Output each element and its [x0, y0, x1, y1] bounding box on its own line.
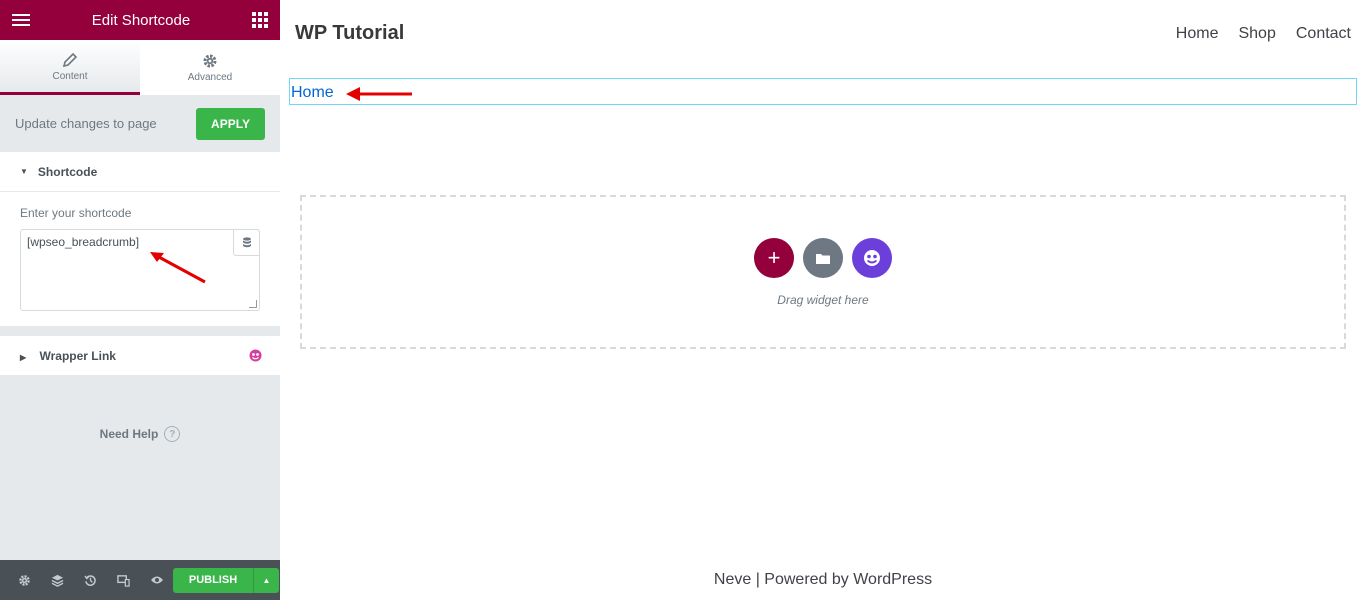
nav-item-home[interactable]: Home: [1176, 25, 1219, 43]
apply-button[interactable]: APPLY: [196, 107, 265, 140]
tab-advanced[interactable]: Advanced: [140, 40, 280, 95]
shortcode-field-label: Enter your shortcode: [20, 206, 132, 220]
history-button[interactable]: [74, 574, 107, 587]
widgets-grid-icon[interactable]: [252, 12, 268, 28]
shortcode-value: [wpseo_breadcrumb]: [27, 235, 140, 249]
tab-content-label: Content: [52, 70, 88, 82]
nav-item-shop[interactable]: Shop: [1238, 25, 1275, 43]
pro-badge-icon: [249, 349, 262, 362]
history-icon: [84, 574, 96, 586]
layers-icon: [51, 574, 64, 587]
eye-icon: [150, 576, 163, 584]
responsive-mode-button[interactable]: [107, 574, 140, 587]
tab-content[interactable]: Content: [0, 40, 140, 95]
shortcode-widget[interactable]: Home: [289, 78, 1357, 105]
essential-addons-button[interactable]: [852, 238, 892, 278]
devices-icon: [117, 574, 130, 587]
settings-button[interactable]: [8, 574, 41, 587]
section-shortcode-body: Enter your shortcode [wpseo_breadcrumb]: [0, 192, 280, 326]
gear-icon: [19, 574, 30, 586]
section-shortcode-title: Shortcode: [37, 164, 98, 179]
apply-row: Update changes to page APPLY: [0, 95, 280, 152]
widget-drop-zone[interactable]: + Drag widget here: [300, 195, 1346, 349]
page-preview: WP Tutorial Home Shop Contact Home + Dra…: [280, 0, 1366, 600]
drag-widget-text: Drag widget here: [777, 293, 869, 307]
menu-icon[interactable]: [12, 11, 30, 29]
panel-header: Edit Shortcode: [0, 0, 280, 40]
editor-panel: Edit Shortcode Content Advanced Update c…: [0, 0, 280, 600]
publish-options-button[interactable]: ▲: [253, 567, 279, 593]
tab-advanced-label: Advanced: [187, 72, 233, 83]
section-shortcode-header[interactable]: ▼ Shortcode: [0, 152, 280, 192]
gear-icon: [203, 54, 217, 68]
drop-zone-actions: +: [754, 238, 892, 278]
caret-up-icon: ▲: [262, 575, 271, 585]
caret-down-icon: ▼: [20, 167, 28, 176]
shortcode-textarea[interactable]: [wpseo_breadcrumb]: [20, 229, 260, 311]
main-nav: Home Shop Contact: [1176, 25, 1351, 43]
navigator-button[interactable]: [41, 574, 74, 587]
panel-footer: PUBLISH ▲: [0, 560, 280, 600]
caret-right-icon: ▶: [20, 352, 27, 362]
section-gap: [0, 326, 280, 336]
preview-button[interactable]: [140, 575, 173, 585]
nav-item-contact[interactable]: Contact: [1296, 25, 1351, 43]
dynamic-tags-button[interactable]: [233, 229, 260, 256]
resize-handle[interactable]: [249, 300, 257, 308]
breadcrumb-home-link[interactable]: Home: [291, 84, 334, 102]
folder-icon: [816, 253, 830, 264]
apply-text: Update changes to page: [15, 116, 157, 131]
panel-title: Edit Shortcode: [91, 11, 191, 29]
need-help-label: Need Help: [99, 427, 159, 441]
publish-button[interactable]: PUBLISH: [173, 567, 253, 593]
database-icon: [242, 237, 251, 248]
essential-addons-icon: [864, 250, 880, 266]
need-help-link[interactable]: Need Help ?: [0, 426, 280, 442]
panel-tabs: Content Advanced: [0, 40, 280, 95]
section-wrapper-link-header[interactable]: ▶ Wrapper Link: [0, 336, 280, 376]
site-footer-text: Neve | Powered by WordPress: [713, 571, 933, 588]
section-wrapper-link-title: Wrapper Link: [39, 348, 116, 363]
question-icon: ?: [164, 426, 181, 442]
pencil-icon: [62, 52, 78, 67]
site-title[interactable]: WP Tutorial: [295, 22, 404, 45]
plus-icon: +: [767, 245, 781, 270]
add-section-button[interactable]: +: [754, 238, 794, 278]
add-template-button[interactable]: [803, 238, 843, 278]
